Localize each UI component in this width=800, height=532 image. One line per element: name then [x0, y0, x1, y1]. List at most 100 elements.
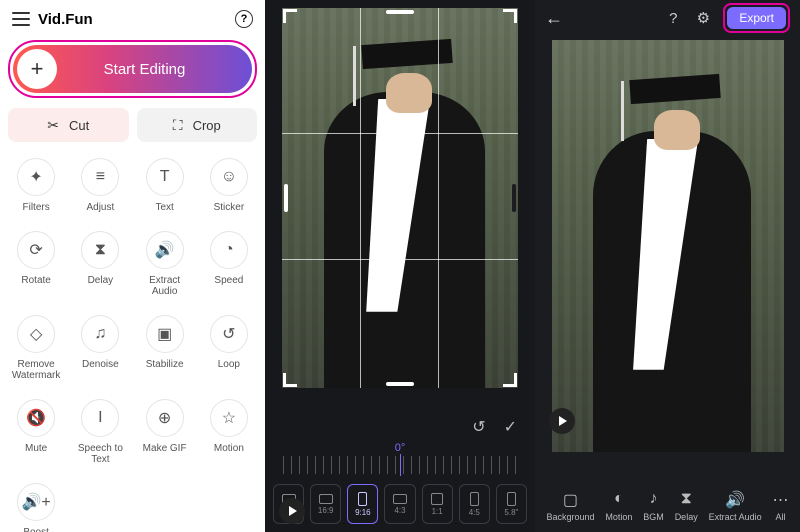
tool-icon: ◇ — [17, 315, 55, 353]
tool-icon: ⊕ — [146, 399, 184, 437]
tool-label: Speech to Text — [72, 443, 128, 465]
tool-boost-volume[interactable]: 🔊+Boost Volume — [4, 483, 68, 532]
start-editing-label: Start Editing — [57, 61, 252, 78]
crop-button[interactable]: ⛶ Crop — [137, 108, 258, 142]
export-highlight: Export — [723, 3, 790, 33]
play-button[interactable] — [549, 408, 575, 434]
tool-speed[interactable]: ◔Speed — [197, 231, 261, 297]
tool-label: Adjust — [86, 202, 114, 213]
editor-preview[interactable] — [552, 40, 784, 452]
ratio-4-5[interactable]: 4:5 — [459, 484, 490, 524]
cut-label: Cut — [69, 118, 89, 133]
editor-tool-extract-audio[interactable]: 🔊Extract Audio — [709, 490, 762, 522]
tool-extract-audio[interactable]: 🔊Extract Audio — [133, 231, 197, 297]
crop-corner-tr[interactable] — [503, 9, 517, 23]
crop-editor: ↺ ✓ 0° Free16:99:164:31:14:55.8" — [265, 0, 535, 532]
tool-text[interactable]: T Text — [133, 158, 197, 213]
tool-label: All — [776, 512, 786, 522]
sidebar: Vid.Fun ? + Start Editing ✂ Cut ⛶ Crop ✦… — [0, 0, 265, 532]
editor-tool-background[interactable]: ▢Background — [546, 490, 594, 522]
tool-icon: 🔊 — [725, 490, 745, 508]
tool-sticker[interactable]: ☺Sticker — [197, 158, 261, 213]
gear-icon[interactable]: ⚙ — [693, 9, 713, 27]
tool-icon: ⟳ — [17, 231, 55, 269]
scissors-icon: ✂ — [47, 117, 59, 134]
ratio-shape-icon — [470, 492, 479, 506]
tool-mute[interactable]: 🔇Mute — [4, 399, 68, 465]
crop-handle-right[interactable] — [512, 184, 516, 212]
crop-icon: ⛶ — [173, 117, 183, 134]
video-frame — [282, 8, 518, 388]
tool-remove-watermark[interactable]: ◇ Remove Watermark — [4, 315, 68, 381]
help-icon[interactable]: ? — [235, 10, 253, 28]
tool-rotate[interactable]: ⟳ Rotate — [4, 231, 68, 297]
tool-loop[interactable]: ↺Loop — [197, 315, 261, 381]
app-title: Vid.Fun — [38, 11, 235, 28]
start-editing-highlight: + Start Editing — [8, 40, 257, 98]
tool-label: Denoise — [82, 359, 119, 370]
tool-icon: ◐ — [614, 490, 624, 508]
tool-motion[interactable]: ☆Motion — [197, 399, 261, 465]
tool-label: Text — [155, 202, 173, 213]
ratio-9-16[interactable]: 9:16 — [347, 484, 378, 524]
ratio-16-9[interactable]: 16:9 — [310, 484, 341, 524]
tool-make-gif[interactable]: ⊕Make GIF — [133, 399, 197, 465]
aspect-ratio-bar: Free16:99:164:31:14:55.8" — [265, 480, 535, 532]
crop-corner-bl[interactable] — [283, 373, 297, 387]
menu-icon[interactable] — [12, 12, 30, 26]
play-button[interactable] — [279, 498, 305, 524]
ratio-shape-icon — [393, 494, 407, 504]
crop-handle-top[interactable] — [386, 10, 414, 14]
crop-corner-br[interactable] — [503, 373, 517, 387]
tool-adjust[interactable]: ≡ Adjust — [68, 158, 132, 213]
tool-icon: 🔊+ — [17, 483, 55, 521]
confirm-icon[interactable]: ✓ — [504, 417, 517, 437]
ratio-5-8-[interactable]: 5.8" — [496, 484, 527, 524]
tool-filters[interactable]: ✦Filters — [4, 158, 68, 213]
reset-rotation-icon[interactable]: ↺ — [472, 417, 485, 437]
crop-corner-tl[interactable] — [283, 9, 297, 23]
tool-label: BGM — [643, 512, 664, 522]
ratio-label: 1:1 — [432, 507, 443, 516]
video-frame — [552, 40, 784, 452]
help-icon[interactable]: ? — [663, 10, 683, 27]
cut-button[interactable]: ✂ Cut — [8, 108, 129, 142]
ratio-4-3[interactable]: 4:3 — [384, 484, 415, 524]
ratio-label: 5.8" — [504, 508, 518, 517]
tool-label: Remove Watermark — [8, 359, 64, 381]
rotation-slider[interactable] — [283, 456, 517, 474]
tool-icon: ≡ — [81, 158, 119, 196]
editor-tool-motion[interactable]: ◐ Motion — [605, 490, 632, 522]
tool-icon: ⧗ — [681, 490, 692, 508]
tool-icon: ◔ — [210, 231, 248, 269]
start-editing-button[interactable]: + Start Editing — [13, 45, 252, 93]
tool-denoise[interactable]: ♫Denoise — [68, 315, 132, 381]
tool-icon: ♪ — [650, 490, 658, 508]
tool-icon: ▢ — [563, 490, 578, 508]
tool-label: Filters — [23, 202, 50, 213]
ratio-label: 4:5 — [469, 508, 480, 517]
crop-handle-bottom[interactable] — [386, 382, 414, 386]
plus-icon: + — [17, 49, 57, 89]
export-button[interactable]: Export — [727, 7, 786, 29]
tool-label: Motion — [605, 512, 632, 522]
tool-label: Rotate — [21, 275, 50, 286]
editor-toolbar: ▢Background ◐ Motion ♪ BGM ⧗Delay 🔊Extract Aud… — [535, 484, 800, 532]
crop-handle-left[interactable] — [284, 184, 288, 212]
tool-label: Mute — [25, 443, 47, 454]
tool-speech-to-text[interactable]: ISpeech to Text — [68, 399, 132, 465]
tool-label: Extract Audio — [137, 275, 193, 297]
tool-delay[interactable]: ⧗Delay — [68, 231, 132, 297]
tool-icon: T — [146, 158, 184, 196]
crop-label: Crop — [193, 118, 221, 133]
ratio-shape-icon — [431, 493, 443, 505]
crop-preview[interactable] — [282, 8, 518, 388]
tool-stabilize[interactable]: ▣Stabilize — [133, 315, 197, 381]
back-icon[interactable]: ← — [545, 8, 563, 29]
ratio-1-1[interactable]: 1:1 — [422, 484, 453, 524]
ratio-shape-icon — [358, 492, 367, 506]
tool-label: Delay — [88, 275, 114, 286]
editor-tool-all[interactable]: ⋯All — [773, 490, 789, 522]
editor-tool-delay[interactable]: ⧗Delay — [675, 490, 698, 522]
editor-tool-bgm[interactable]: ♪ BGM — [643, 490, 664, 522]
